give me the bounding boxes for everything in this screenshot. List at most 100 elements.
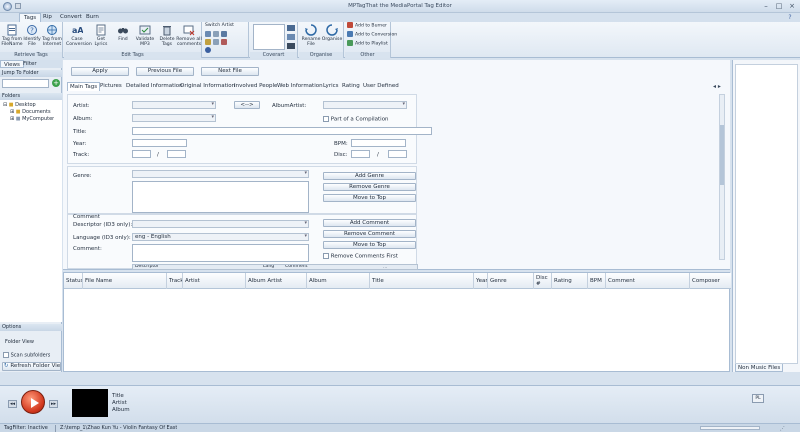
remove-comment-button[interactable]: Remove Comment (323, 230, 416, 238)
col-composer[interactable]: Composer (690, 273, 731, 289)
scan-subfolders-checkbox[interactable]: Scan subfolders (3, 352, 50, 359)
non-music-files-list[interactable] (735, 64, 798, 364)
editor-scrollbar[interactable] (719, 94, 725, 260)
col-title[interactable]: Title (370, 273, 474, 289)
col-status[interactable]: Status (64, 273, 83, 289)
add-to-burner-button[interactable]: Add to Burner (347, 22, 387, 30)
coverart-preview[interactable] (253, 24, 285, 50)
col-genre[interactable]: Genre (488, 273, 534, 289)
find-button[interactable]: Find (112, 24, 134, 42)
album-combo[interactable] (132, 114, 216, 122)
go-icon[interactable]: + (52, 79, 60, 87)
tree-item-desktop[interactable]: ⊟ ■ Desktop (3, 102, 36, 109)
get-lyrics-button[interactable]: Get Lyrics (90, 24, 112, 47)
remove-genre-button[interactable]: Remove Genre (323, 183, 416, 191)
tool-icon-3[interactable] (221, 31, 227, 37)
title-input[interactable] (132, 127, 432, 135)
col-disc[interactable]: Disc # (534, 273, 552, 289)
move-comment-to-top-button[interactable]: Move to Top (323, 241, 416, 249)
tool-icon-5[interactable] (213, 39, 219, 45)
track-number-input[interactable] (132, 150, 151, 158)
cover-tool-icon-1[interactable] (287, 25, 295, 31)
artist-combo[interactable] (132, 101, 216, 109)
bpm-input[interactable] (351, 139, 406, 147)
resize-grip-icon[interactable]: ⋰ (780, 425, 794, 432)
tool-icon-1[interactable] (205, 31, 211, 37)
subtab-rating[interactable]: Rating (340, 82, 362, 91)
organise-button[interactable]: Organise (321, 24, 343, 42)
tab-rip[interactable]: Rip (39, 13, 56, 22)
tool-icon-7[interactable] (205, 47, 211, 53)
subtab-web-information[interactable]: Web Information (275, 82, 325, 91)
subtab-detailed-information[interactable]: Detailed Information (124, 82, 185, 91)
validate-mp3-button[interactable]: Validate MP3 (134, 24, 156, 47)
switch-artist-button[interactable]: Switch Artist (205, 22, 234, 30)
editor-scroll-thumb[interactable] (720, 125, 724, 185)
descriptor-combo[interactable] (132, 220, 309, 228)
disc-total-input[interactable] (388, 150, 407, 158)
subtab-main-tags[interactable]: Main Tags (67, 82, 101, 91)
identify-file-button[interactable]: ? Identify File (21, 24, 43, 47)
tag-from-internet-button[interactable]: Tag from Internet (41, 24, 63, 47)
album-artist-combo[interactable] (323, 101, 407, 109)
compilation-checkbox[interactable]: Part of a Compilation (323, 116, 389, 123)
maximize-icon[interactable]: □ (773, 1, 785, 11)
next-file-button[interactable]: Next File (201, 67, 259, 76)
subtab-original-information[interactable]: Original Information (178, 82, 237, 91)
col-file-name[interactable]: File Name (83, 273, 167, 289)
subtab-involved-people[interactable]: Involved People (232, 82, 279, 91)
tree-item-mycomputer[interactable]: ⊞ ■ MyComputer (10, 116, 54, 123)
folder-view-option[interactable]: Folder View (5, 339, 34, 345)
play-button[interactable] (21, 390, 45, 414)
tab-non-music-files[interactable]: Non Music Files (735, 364, 784, 372)
col-rating[interactable]: Rating (552, 273, 588, 289)
genre-list[interactable] (132, 181, 309, 213)
col-album[interactable]: Album (307, 273, 370, 289)
remove-all-comments-button[interactable]: Remove all comments (176, 24, 202, 47)
tag-from-filename-button[interactable]: Tag from FileName (1, 24, 23, 47)
add-to-playlist-button[interactable]: Add to Playlist (347, 40, 388, 48)
track-total-input[interactable] (167, 150, 186, 158)
comment-input[interactable] (132, 244, 309, 262)
previous-file-button[interactable]: Previous File (136, 67, 194, 76)
subtab-pictures[interactable]: Pictures (98, 82, 124, 91)
close-icon[interactable]: × (786, 1, 798, 11)
comment-col-comment[interactable]: Comment (285, 265, 308, 269)
subtab-user-defined[interactable]: User Defined (361, 82, 401, 91)
comment-col-descriptor[interactable]: Descriptor (135, 265, 159, 269)
subtab-scroll-arrows[interactable]: ◂ ▸ (713, 83, 721, 90)
add-to-conversion-button[interactable]: Add to Conversion (347, 31, 397, 39)
cover-tool-icon-2[interactable] (287, 34, 295, 40)
genre-combo[interactable] (132, 170, 309, 178)
language-combo[interactable]: eng - English (132, 233, 309, 241)
help-icon[interactable]: ? (786, 14, 794, 21)
tab-tags[interactable]: Tags (19, 13, 42, 22)
col-album-artist[interactable]: Album Artist (246, 273, 307, 289)
case-conversion-button[interactable]: aA Case Conversion (66, 24, 92, 47)
rename-file-button[interactable]: Rename File (300, 24, 322, 47)
year-input[interactable] (132, 139, 187, 147)
jump-to-folder-input[interactable] (2, 79, 49, 88)
refresh-folder-view-button[interactable]: ↻ Refresh Folder Vie (2, 362, 61, 371)
add-comment-button[interactable]: Add Comment (323, 219, 416, 227)
apply-button[interactable]: Apply (71, 67, 129, 76)
disc-number-input[interactable] (351, 150, 370, 158)
splitter-handle[interactable]: ⋯ (383, 265, 393, 270)
subtab-lyrics[interactable]: Lyrics (321, 82, 341, 91)
tool-icon-4[interactable] (205, 39, 211, 45)
tree-item-documents[interactable]: ⊞ ■ Documents (10, 109, 51, 116)
col-track[interactable]: Track (167, 273, 183, 289)
cover-tool-icon-3[interactable] (287, 43, 295, 49)
tool-icon-6[interactable] (221, 39, 227, 45)
swap-artist-button[interactable]: <--> (234, 101, 260, 109)
tab-filter[interactable]: Filter (20, 60, 40, 68)
delete-tags-button[interactable]: Delete Tags (156, 24, 178, 47)
col-year[interactable]: Year (474, 273, 488, 289)
next-track-icon[interactable]: ▸▸ (49, 400, 58, 408)
playlist-toggle-button[interactable]: PL (752, 394, 764, 403)
minimize-icon[interactable]: – (760, 1, 772, 11)
col-artist[interactable]: Artist (183, 273, 246, 289)
add-genre-button[interactable]: Add Genre (323, 172, 416, 180)
tab-burn[interactable]: Burn (82, 13, 103, 22)
previous-track-icon[interactable]: ◂◂ (8, 400, 17, 408)
